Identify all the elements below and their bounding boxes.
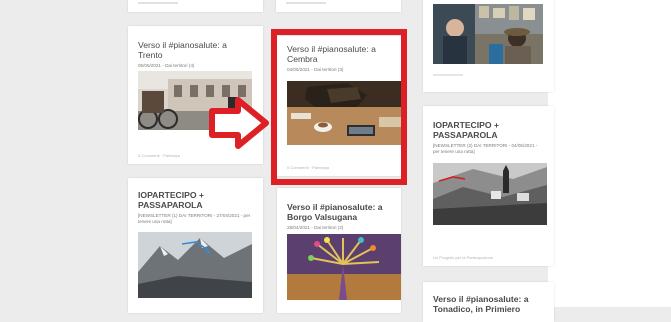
card-borgo-valsugana[interactable]: Verso il #pianosalute: a Borgo Valsugana…	[277, 188, 401, 313]
card-photo-people[interactable]	[423, 0, 554, 92]
card-title[interactable]: Verso il #pianosalute: a Borgo Valsugana	[287, 202, 391, 222]
card-title[interactable]: Verso il #pianosalute: a Trento	[138, 40, 253, 60]
card-image-people	[433, 4, 543, 64]
card-title[interactable]: IOPARTECIPO + PASSAPAROLA	[138, 190, 253, 210]
card-footer: 0 Commenti · Partecipa	[138, 153, 181, 158]
card-footer: Un Progetto per la Partecipazione	[433, 255, 494, 260]
card-image-valley	[433, 163, 547, 225]
card-title[interactable]: IOPARTECIPO + PASSAPAROLA	[433, 120, 544, 140]
card-meta: [NEWSLETTER (1) DAI TERRITORI - 27/04/20…	[138, 213, 251, 224]
card-tonadico[interactable]: Verso il #pianosalute: a Tonadico, in Pr…	[423, 282, 554, 322]
card-stub-middle[interactable]	[276, 0, 401, 12]
card-image-mountains	[138, 232, 252, 298]
card-title[interactable]: Verso il #pianosalute: a Tonadico, in Pr…	[433, 294, 544, 314]
card-stub-left[interactable]	[128, 0, 263, 12]
page-margin-right	[548, 0, 671, 307]
card-iopartecipo-left[interactable]: IOPARTECIPO + PASSAPAROLA [NEWSLETTER (1…	[128, 178, 263, 313]
arrow-right-icon	[208, 97, 270, 154]
card-meta: 05/05/2021 - Dai territori (4)	[138, 63, 195, 68]
card-iopartecipo-right[interactable]: IOPARTECIPO + PASSAPAROLA [NEWSLETTER (2…	[423, 106, 554, 266]
card-image-borgo	[287, 234, 401, 300]
card-meta: 28/04/2021 - Dai territori (2)	[287, 225, 344, 230]
highlight-box	[271, 29, 407, 185]
card-meta: [NEWSLETTER (2) DAI TERRITORI - 04/05/20…	[433, 143, 538, 154]
